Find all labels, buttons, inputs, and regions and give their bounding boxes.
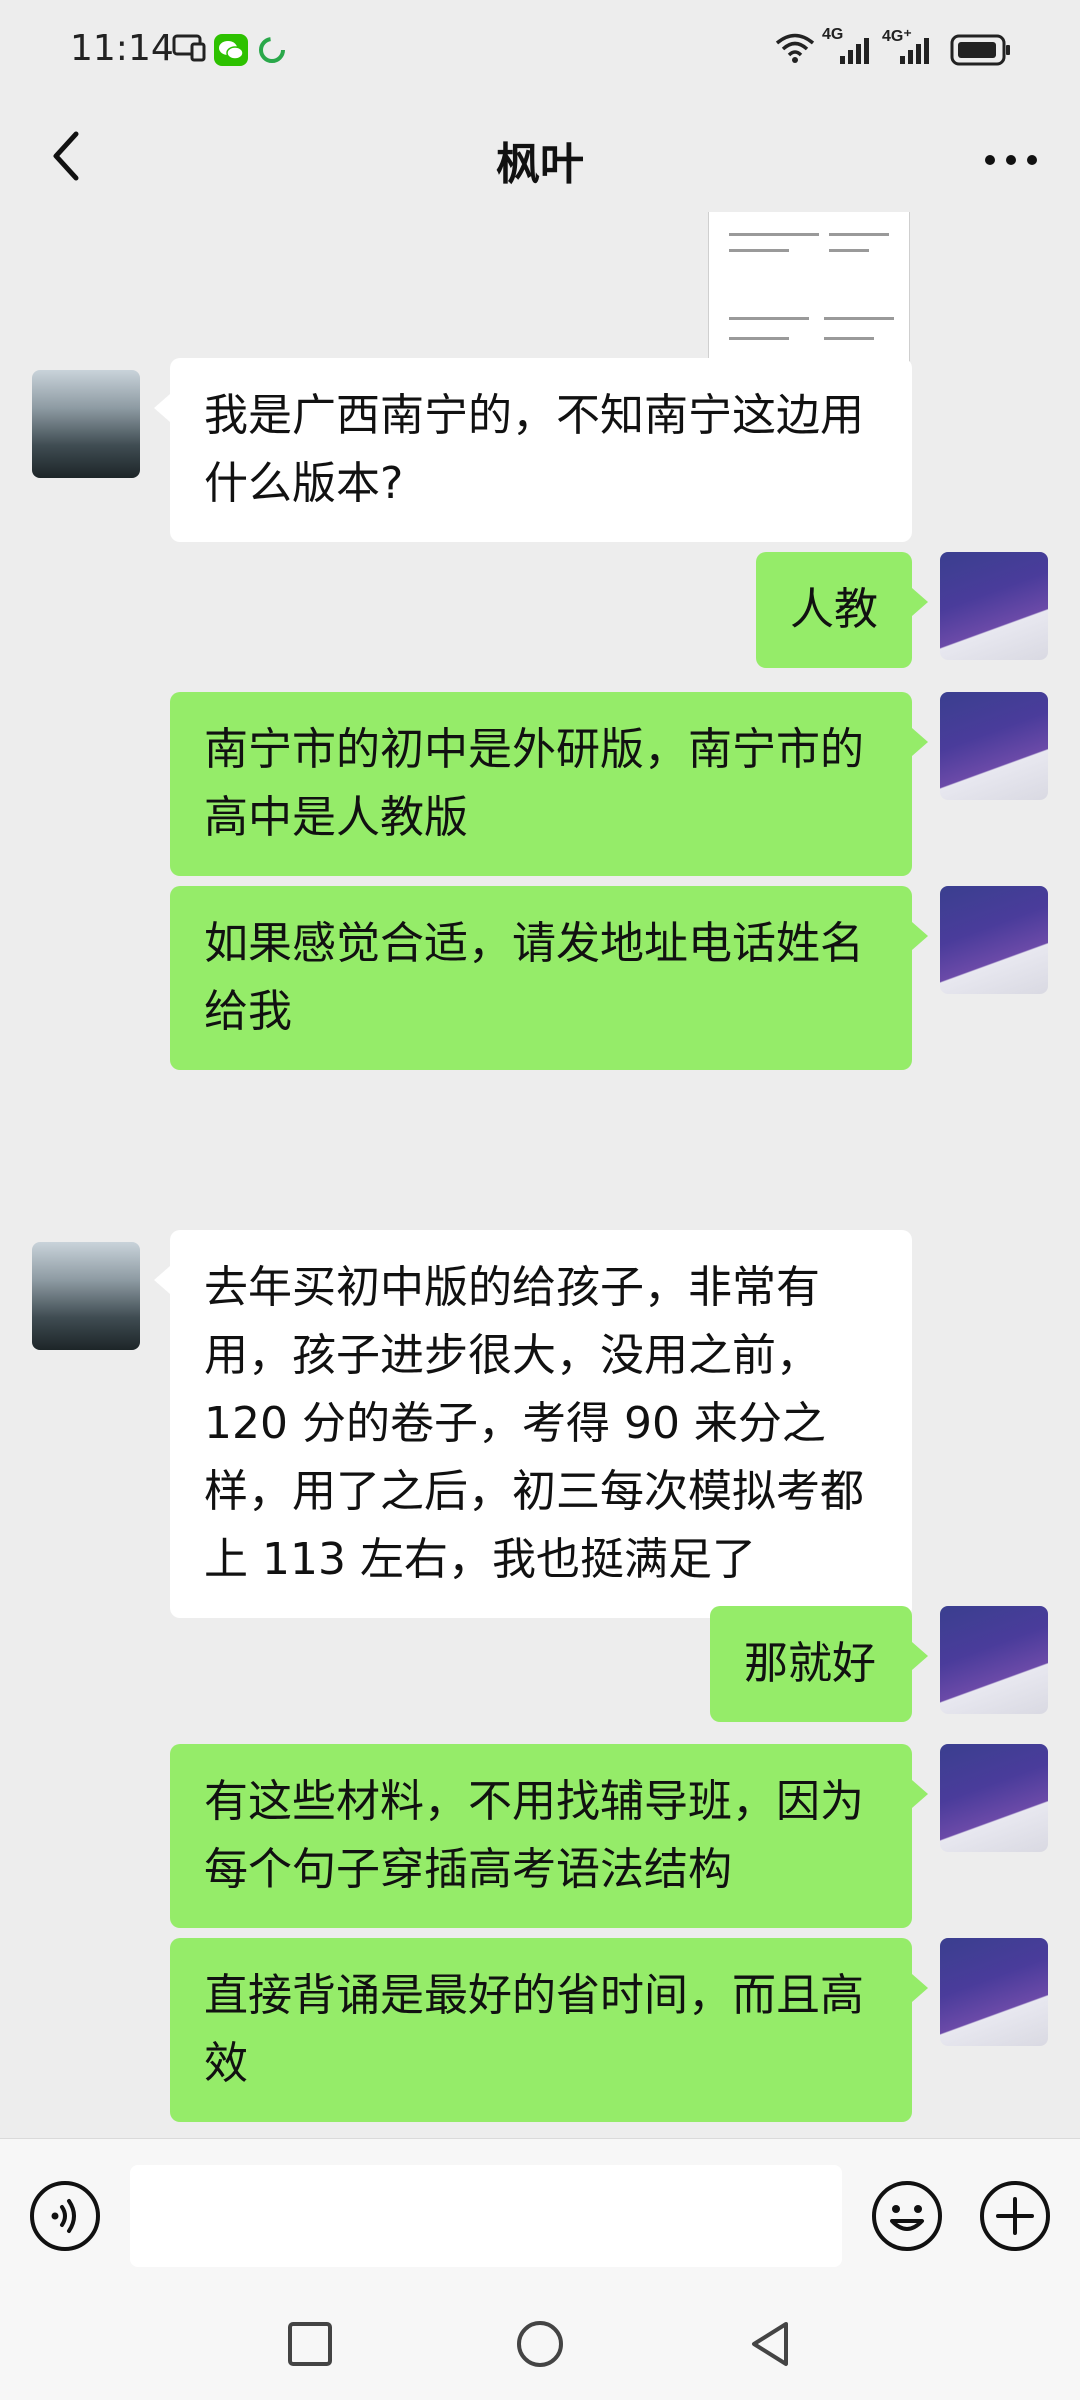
message-input[interactable]: [130, 2165, 842, 2267]
emoji-icon[interactable]: [870, 2179, 944, 2253]
my-avatar[interactable]: [940, 1744, 1048, 1852]
friend-avatar[interactable]: [32, 1242, 140, 1350]
status-bar: 11:14 4G 4G⁺: [0, 0, 1080, 100]
message-bubble[interactable]: 南宁市的初中是外研版，南宁市的高中是人教版: [170, 692, 928, 876]
home-icon[interactable]: [514, 2318, 566, 2370]
status-time: 11:14: [70, 28, 174, 69]
message-bubble[interactable]: 去年买初中版的给孩子，非常有用，孩子进步很大，没用之前，120 分的卷子，考得 …: [154, 1230, 912, 1618]
chat-header: 枫叶: [0, 100, 1080, 212]
message-bubble[interactable]: 人教: [756, 552, 928, 668]
back-icon[interactable]: [744, 2318, 796, 2370]
chat-title: 枫叶: [496, 139, 584, 190]
my-avatar[interactable]: [940, 1606, 1048, 1714]
message-bubble[interactable]: 有这些材料，不用找辅导班，因为每个句子穿插高考语法结构: [170, 1744, 928, 1928]
wechat-notification-icon: [214, 34, 248, 66]
friend-avatar[interactable]: [32, 370, 140, 478]
message-bubble[interactable]: 如果感觉合适，请发地址电话姓名给我: [170, 886, 928, 1070]
battery-icon: [950, 34, 1010, 66]
my-avatar[interactable]: [940, 552, 1048, 660]
system-navigation-bar: [0, 2288, 1080, 2400]
message-bubble[interactable]: 直接背诵是最好的省时间，而且高效: [170, 1938, 928, 2122]
voice-input-icon[interactable]: [28, 2179, 102, 2253]
input-bar: [0, 2138, 1080, 2288]
cast-icon: [172, 34, 206, 62]
my-avatar[interactable]: [940, 886, 1048, 994]
recent-apps-icon[interactable]: [284, 2318, 336, 2370]
my-avatar[interactable]: [940, 692, 1048, 800]
message-list[interactable]: 我是广西南宁的，不知南宁这边用什么版本? 人教 南宁市的初中是外研版，南宁市的高…: [0, 212, 1080, 2138]
my-avatar[interactable]: [940, 1938, 1048, 2046]
more-options-icon[interactable]: [976, 126, 1046, 186]
app-notification-icon: [259, 37, 285, 63]
plus-icon[interactable]: [978, 2179, 1052, 2253]
signal-icon-2: [900, 38, 929, 64]
message-bubble[interactable]: 我是广西南宁的，不知南宁这边用什么版本?: [154, 358, 912, 542]
message-bubble[interactable]: 那就好: [710, 1606, 928, 1722]
wifi-icon: [775, 33, 815, 63]
signal-icon-1: [840, 38, 869, 64]
